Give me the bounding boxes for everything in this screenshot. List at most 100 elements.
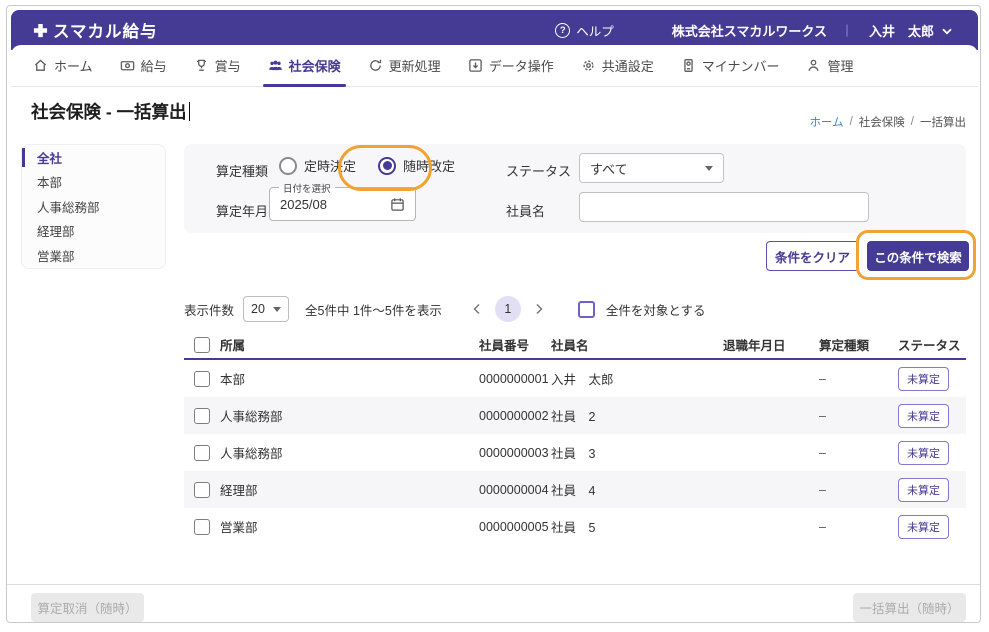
page-size-label: 表示件数 — [184, 300, 234, 319]
row-checkbox[interactable] — [194, 371, 210, 387]
table-row: 本部 0000000001 入井 太郎 – 未算定 — [184, 360, 966, 397]
footer-divider — [7, 584, 980, 585]
status-label: ステータス — [506, 161, 571, 180]
next-page-button[interactable] — [530, 300, 548, 318]
col-header-department: 所属 — [220, 335, 479, 354]
radio-scheduled-decision[interactable]: 定時決定 — [279, 156, 356, 175]
nav-item-payroll[interactable]: 給与 — [120, 45, 167, 86]
select-all-label: 全件を対象とする — [606, 300, 706, 319]
table-row: 人事総務部 0000000002 社員 2 – 未算定 — [184, 397, 966, 434]
page-size-select[interactable]: 20 — [243, 296, 289, 322]
status-badge: 未算定 — [898, 441, 949, 465]
search-filters-panel: 算定種類 定時決定 随時改定 算定年月 日付を選択 ステータス すべて 社員名 — [184, 144, 966, 233]
cancel-calculation-button[interactable]: 算定取消（随時） — [31, 593, 144, 622]
nav-item-home[interactable]: ホーム — [33, 45, 93, 86]
plus-logo-icon — [33, 23, 48, 38]
header-checkbox[interactable] — [194, 337, 210, 353]
row-checkbox[interactable] — [194, 445, 210, 461]
radio-circle-icon — [378, 157, 396, 175]
breadcrumb-current: 一括算出 — [920, 114, 966, 130]
nav-label: 賞与 — [215, 56, 241, 75]
header-divider: ｜ — [841, 22, 853, 39]
employee-table: 所属 社員番号 社員名 退職年月日 算定種類 ステータス 本部 00000000… — [184, 331, 966, 545]
nav-item-common-settings[interactable]: 共通設定 — [581, 45, 654, 86]
nav-item-admin[interactable]: 管理 — [806, 45, 853, 86]
employee-name-label: 社員名 — [506, 201, 545, 220]
app-header: スマカル給与 ? ヘルプ 株式会社スマカルワークス ｜ 入井 太郎 — [11, 10, 978, 50]
search-with-conditions-button[interactable]: この条件で検索 — [867, 241, 969, 271]
home-icon — [33, 58, 48, 73]
nav-item-bonus[interactable]: 賞与 — [194, 45, 241, 86]
nav-label: 共通設定 — [602, 56, 654, 75]
status-select[interactable]: すべて — [579, 153, 724, 183]
col-header-status: ステータス — [898, 335, 966, 354]
sidebar-item-hr-general-affairs[interactable]: 人事総務部 — [22, 194, 165, 219]
calc-type-radio-group: 定時決定 随時改定 — [279, 156, 455, 175]
table-header-row: 所属 社員番号 社員名 退職年月日 算定種類 ステータス — [184, 331, 966, 360]
sidebar-item-accounting[interactable]: 経理部 — [22, 219, 165, 244]
col-header-employee-name: 社員名 — [551, 335, 723, 354]
nav-label: 社会保険 — [289, 56, 341, 75]
sidebar-item-sales[interactable]: 営業部 — [22, 243, 165, 268]
col-header-employee-no: 社員番号 — [479, 335, 551, 354]
select-all-scope: 全件を対象とする — [578, 300, 706, 319]
nav-item-update-process[interactable]: 更新処理 — [368, 45, 441, 86]
sidebar-item-headquarters[interactable]: 本部 — [22, 170, 165, 195]
department-sidebar: 全社 本部 人事総務部 経理部 営業部 — [21, 144, 166, 269]
pagination: 1 — [468, 296, 548, 322]
nav-label: 更新処理 — [389, 56, 441, 75]
select-all-checkbox[interactable] — [578, 301, 595, 318]
user-name: 入井 太郎 — [869, 21, 934, 40]
chevron-down-icon — [942, 23, 952, 38]
sidebar-item-all-company[interactable]: 全社 — [22, 145, 165, 170]
nav-item-social-insurance[interactable]: 社会保険 — [268, 45, 341, 86]
help-link[interactable]: ? ヘルプ — [555, 21, 614, 40]
nav-label: データ操作 — [489, 56, 554, 75]
list-controls: 表示件数 20 全5件中 1件〜5件を表示 1 全件を対象とする — [184, 294, 966, 324]
user-menu[interactable]: 入井 太郎 — [869, 21, 952, 40]
bulk-calculation-button[interactable]: 一括算出（随時） — [853, 593, 966, 622]
status-badge: 未算定 — [898, 367, 949, 391]
nav-label: ホーム — [54, 56, 93, 75]
radio-circle-icon — [279, 157, 297, 175]
calc-month-date-field[interactable]: 日付を選択 — [269, 187, 416, 221]
id-card-icon — [681, 58, 696, 73]
row-checkbox[interactable] — [194, 408, 210, 424]
calc-type-label: 算定種類 — [216, 161, 268, 180]
app-window: スマカル給与 ? ヘルプ 株式会社スマカルワークス ｜ 入井 太郎 ホーム 給与 — [6, 5, 981, 623]
radio-occasional-revision[interactable]: 随時改定 — [378, 156, 455, 175]
company-name: 株式会社スマカルワークス — [672, 21, 827, 40]
refresh-icon — [368, 58, 383, 73]
banknote-icon — [120, 58, 135, 73]
result-summary: 全5件中 1件〜5件を表示 — [305, 300, 442, 319]
employee-name-input[interactable] — [579, 192, 869, 222]
app-logo[interactable]: スマカル給与 — [11, 18, 158, 42]
calendar-icon[interactable] — [390, 197, 405, 212]
breadcrumb-section: 社会保険 — [859, 114, 905, 130]
table-row: 経理部 0000000004 社員 4 – 未算定 — [184, 471, 966, 508]
calc-month-input[interactable] — [280, 197, 370, 212]
caret-down-icon — [705, 166, 713, 171]
caret-down-icon — [273, 307, 281, 312]
table-row: 営業部 0000000005 社員 5 – 未算定 — [184, 508, 966, 545]
row-checkbox[interactable] — [194, 519, 210, 535]
help-icon: ? — [555, 23, 570, 38]
breadcrumb-home[interactable]: ホーム — [809, 114, 843, 130]
prev-page-button[interactable] — [468, 300, 486, 318]
col-header-calc-type: 算定種類 — [819, 335, 898, 354]
nav-label: マイナンバー — [702, 56, 780, 75]
trophy-icon — [194, 58, 209, 73]
nav-item-data-operations[interactable]: データ操作 — [468, 45, 554, 86]
page-number-button[interactable]: 1 — [495, 296, 521, 322]
table-row: 人事総務部 0000000003 社員 3 – 未算定 — [184, 434, 966, 471]
people-group-icon — [268, 58, 283, 73]
nav-item-my-number[interactable]: マイナンバー — [681, 45, 780, 86]
status-badge: 未算定 — [898, 515, 949, 539]
person-icon — [806, 58, 821, 73]
help-label: ヘルプ — [576, 21, 614, 40]
row-checkbox[interactable] — [194, 482, 210, 498]
clear-conditions-button[interactable]: 条件をクリア — [766, 241, 859, 271]
app-logo-text: スマカル給与 — [53, 18, 158, 42]
breadcrumb: ホーム / 社会保険 / 一括算出 — [809, 114, 966, 130]
col-header-retirement-date: 退職年月日 — [723, 335, 819, 354]
